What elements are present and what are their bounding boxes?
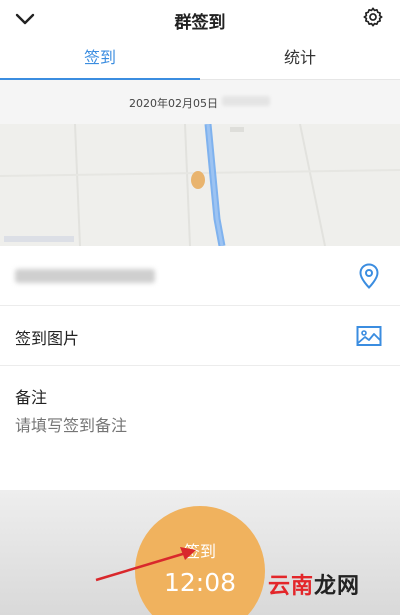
image-icon[interactable]	[356, 322, 382, 350]
tab-statistics[interactable]: 统计	[200, 38, 400, 80]
blurred-weekday	[222, 96, 270, 106]
photo-row[interactable]: 签到图片	[0, 306, 400, 366]
remark-input[interactable]	[15, 416, 375, 435]
blurred-location-name	[15, 269, 155, 283]
map-graphic	[0, 124, 400, 246]
remark-section: 备注	[0, 366, 400, 490]
tab-checkin[interactable]: 签到	[0, 38, 200, 80]
page-title: 群签到	[174, 13, 226, 33]
watermark-logo: 云南龙网	[268, 574, 361, 599]
location-pin-icon[interactable]	[356, 262, 382, 290]
checkin-button[interactable]: 签到 12:08	[135, 506, 265, 615]
header: 群签到	[0, 0, 400, 38]
location-map[interactable]	[0, 124, 400, 246]
checkin-time: 12:08	[163, 568, 237, 597]
photo-label: 签到图片	[15, 329, 80, 348]
checkin-date: 2020年02月05日	[129, 97, 218, 110]
date-bar: 2020年02月05日	[0, 80, 400, 124]
checkin-button-label: 签到	[183, 542, 216, 561]
location-row[interactable]	[0, 246, 400, 306]
tab-bar: 签到 统计	[0, 38, 400, 80]
checkin-options: 签到图片	[0, 246, 400, 366]
remark-label: 备注	[15, 388, 48, 407]
gear-icon[interactable]	[362, 6, 384, 28]
